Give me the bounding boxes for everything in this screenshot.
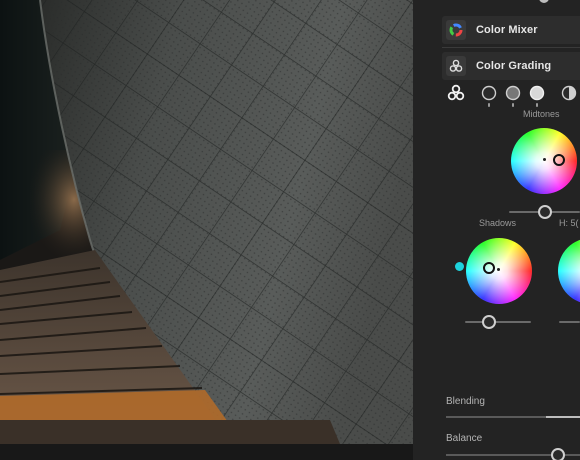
midtones-wheel-handle[interactable]	[553, 154, 565, 166]
midtones-label: Midtones	[523, 109, 560, 119]
tick-mark	[512, 103, 514, 107]
balance-label: Balance	[446, 433, 483, 444]
section-divider	[442, 47, 580, 48]
tick-mark	[536, 103, 538, 107]
color-grading-label: Color Grading	[476, 60, 552, 72]
highlights-luminance-slider[interactable]	[559, 321, 580, 323]
highlights-color-wheel[interactable]	[558, 238, 580, 304]
shadows-color-wheel[interactable]	[466, 238, 532, 304]
shadows-wheel-handle[interactable]	[483, 262, 495, 274]
grading-mode-selector	[413, 80, 580, 108]
shadows-label: Shadows	[479, 218, 517, 228]
color-mixer-label: Color Mixer	[476, 24, 538, 36]
midtones-color-wheel[interactable]	[511, 128, 577, 194]
canvas-footer	[0, 444, 413, 460]
edit-panel: Color Mixer Color Grading Midtones Shado…	[413, 0, 580, 460]
three-circles-icon	[446, 56, 466, 76]
color-mixer-section[interactable]: Color Mixer	[442, 16, 580, 44]
hue-readout: H: 5(	[559, 218, 579, 228]
global-half-circle-icon[interactable]	[561, 85, 577, 106]
photo-image	[0, 0, 413, 460]
shadows-luminance-slider[interactable]	[465, 321, 531, 323]
color-wheel-icon	[446, 20, 466, 40]
wheel-center-dot	[543, 158, 546, 161]
blending-slider-fill[interactable]	[546, 416, 580, 418]
tick-mark	[488, 103, 490, 107]
wheel-center-dot	[497, 268, 500, 271]
blending-slider-track[interactable]	[446, 416, 546, 418]
midtones-luminance-thumb[interactable]	[538, 205, 552, 219]
scroll-thumb[interactable]	[539, 0, 549, 3]
shadows-luminance-thumb[interactable]	[482, 315, 496, 329]
blending-label: Blending	[446, 396, 485, 407]
color-grading-section[interactable]: Color Grading	[442, 52, 580, 80]
shadows-color-swatch	[455, 262, 464, 271]
photo-canvas[interactable]	[0, 0, 413, 460]
balance-slider-thumb[interactable]	[551, 448, 565, 460]
three-circles-icon[interactable]	[447, 84, 465, 107]
